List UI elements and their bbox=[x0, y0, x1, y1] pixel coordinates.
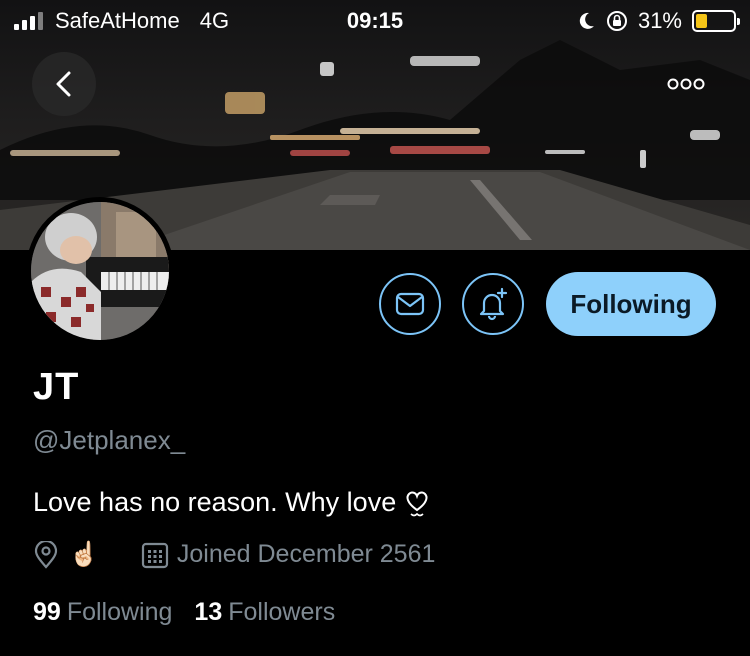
display-name: JT bbox=[33, 366, 80, 408]
notifications-button[interactable] bbox=[462, 273, 524, 335]
location-pin-icon bbox=[34, 540, 58, 569]
message-button[interactable] bbox=[379, 273, 441, 335]
avatar-image bbox=[31, 202, 169, 340]
following-stat[interactable]: 99 Following bbox=[33, 598, 172, 627]
followers-stat[interactable]: 13 Followers bbox=[194, 598, 335, 627]
chevron-left-icon bbox=[56, 71, 71, 97]
calendar-icon bbox=[141, 542, 168, 568]
more-options-button[interactable] bbox=[654, 52, 718, 116]
battery-icon bbox=[692, 10, 740, 32]
joined-date: Joined December 2561 bbox=[141, 540, 436, 569]
rotation-lock-icon bbox=[606, 11, 627, 31]
following-label: Following bbox=[66, 598, 173, 626]
status-bar: SafeAtHome 4G 09:15 31% bbox=[0, 0, 750, 42]
user-handle: @Jetplanex_ bbox=[33, 425, 186, 455]
heart-icon bbox=[406, 491, 428, 516]
avatar[interactable] bbox=[26, 197, 174, 345]
bio-text: Love has no reason. Why love bbox=[33, 487, 397, 517]
following-count: 99 bbox=[33, 598, 61, 626]
location-text: ☝🏻 bbox=[69, 541, 99, 568]
profile-meta: ☝🏻 Joined December 2561 bbox=[33, 540, 435, 569]
mail-icon bbox=[395, 292, 425, 316]
joined-text: Joined December 2561 bbox=[176, 540, 436, 568]
bio: Love has no reason. Why love bbox=[33, 487, 430, 518]
back-button[interactable] bbox=[32, 52, 96, 116]
status-right: 31% bbox=[576, 8, 740, 34]
followers-label: Followers bbox=[228, 598, 336, 626]
bell-plus-icon bbox=[479, 287, 508, 321]
following-button[interactable]: Following bbox=[546, 272, 716, 336]
more-horizontal-icon bbox=[667, 78, 705, 90]
location: ☝🏻 bbox=[33, 540, 99, 569]
followers-count: 13 bbox=[194, 598, 223, 626]
battery-percent: 31% bbox=[637, 8, 682, 33]
do-not-disturb-moon-icon bbox=[579, 12, 594, 29]
follow-stats: 99 Following 13 Followers bbox=[33, 598, 335, 627]
